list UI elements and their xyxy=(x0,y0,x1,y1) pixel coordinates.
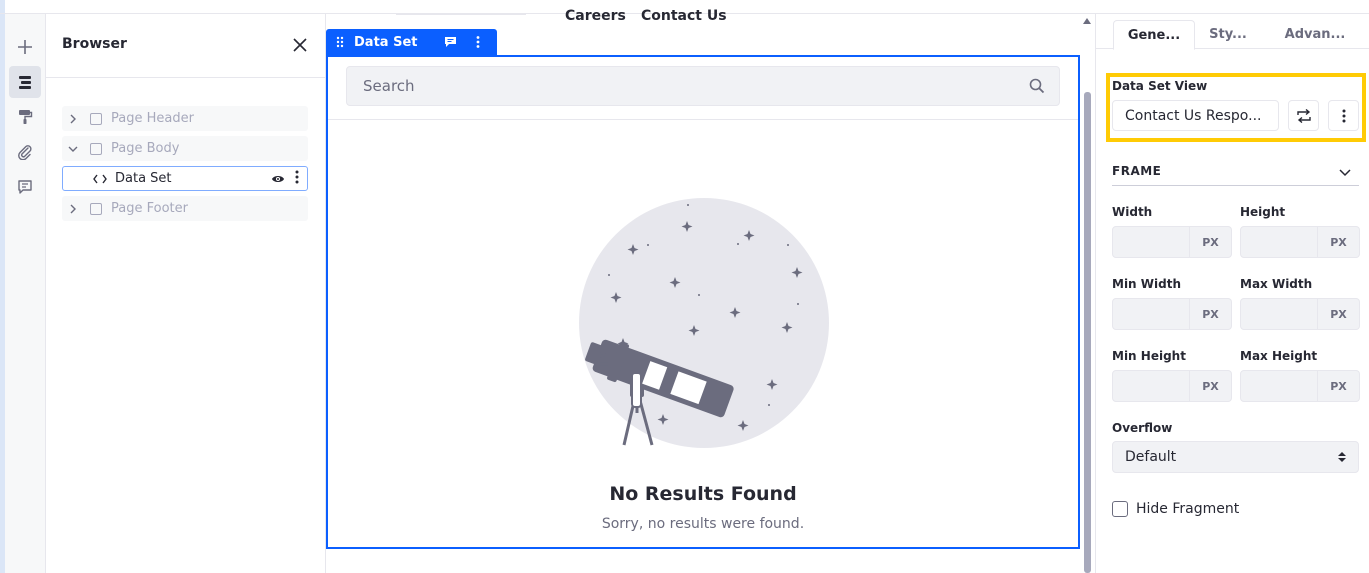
min-width-input[interactable] xyxy=(1112,298,1190,330)
browser-header: Browser xyxy=(46,14,325,78)
comments-button[interactable] xyxy=(9,171,41,203)
data-set-fragment[interactable]: No Results Found Sorry, no results were … xyxy=(326,55,1080,549)
divider xyxy=(328,119,1078,120)
page-design-button[interactable] xyxy=(9,101,41,133)
tree-item-data-set[interactable]: Data Set xyxy=(62,166,308,191)
scrollbar-thumb[interactable] xyxy=(1084,92,1091,573)
tree-item-page-header[interactable]: Page Header xyxy=(62,106,308,131)
sidebar-rail xyxy=(5,14,46,573)
config-tabs: Gene... Sty... Advan... xyxy=(1096,20,1369,50)
browser-title: Browser xyxy=(62,36,127,52)
drag-handle-icon[interactable] xyxy=(326,36,354,48)
scroll-up-arrow-icon[interactable] xyxy=(1083,18,1091,24)
tab-advanced[interactable]: Advan... xyxy=(1269,20,1361,49)
max-width-label: Max Width xyxy=(1240,277,1313,291)
height-input[interactable] xyxy=(1240,226,1318,258)
max-height-field[interactable]: PX xyxy=(1240,370,1360,402)
data-set-view-select[interactable]: Contact Us Respo... xyxy=(1112,100,1279,131)
browser-panel: Browser Page Header Page Body Data Set P… xyxy=(46,14,326,573)
frame-title: FRAME xyxy=(1112,164,1162,178)
comment-icon[interactable] xyxy=(436,36,464,48)
tree-item-label: Data Set xyxy=(115,171,172,186)
height-label: Height xyxy=(1240,205,1286,219)
width-field[interactable]: PX xyxy=(1112,226,1232,258)
height-field[interactable]: PX xyxy=(1240,226,1360,258)
eye-icon[interactable] xyxy=(271,169,285,188)
frame-section-header[interactable]: FRAME xyxy=(1112,160,1359,186)
search-input[interactable] xyxy=(347,67,1017,105)
min-height-field[interactable]: PX xyxy=(1112,370,1232,402)
paint-roller-icon xyxy=(19,110,33,124)
page-canvas: Careers Contact Us Data Set Search No Re… xyxy=(326,8,1095,573)
select-arrows-icon xyxy=(1338,451,1346,467)
close-icon xyxy=(293,38,307,52)
unit-label[interactable]: PX xyxy=(1318,226,1360,258)
kebab-menu-icon[interactable] xyxy=(295,169,299,188)
empty-state-subtitle: Sorry, no results were found. xyxy=(601,516,805,532)
chevron-down-icon[interactable] xyxy=(1339,162,1351,181)
overflow-value: Default xyxy=(1125,449,1177,465)
min-width-label: Min Width xyxy=(1112,277,1181,291)
browser-panel-button[interactable] xyxy=(9,66,41,98)
code-icon xyxy=(63,174,115,184)
chevron-right-icon[interactable] xyxy=(62,114,84,124)
close-browser-button[interactable] xyxy=(290,35,310,55)
unit-label[interactable]: PX xyxy=(1190,226,1232,258)
hide-fragment-checkbox[interactable] xyxy=(1112,501,1128,517)
unit-label[interactable]: PX xyxy=(1190,370,1232,402)
tree-item-label: Page Body xyxy=(111,141,180,156)
nav-underline xyxy=(396,14,526,15)
tree-item-page-footer[interactable]: Page Footer xyxy=(62,196,308,221)
chevron-right-icon[interactable] xyxy=(62,204,84,214)
search-bar xyxy=(346,66,1060,106)
kebab-menu-icon[interactable] xyxy=(464,36,492,48)
width-input[interactable] xyxy=(1112,226,1190,258)
checkbox-icon xyxy=(90,112,102,125)
unit-label[interactable]: PX xyxy=(1318,370,1360,402)
hide-fragment-row[interactable]: Hide Fragment xyxy=(1112,501,1239,517)
overflow-label: Overflow xyxy=(1112,421,1173,435)
unit-label[interactable]: PX xyxy=(1190,298,1232,330)
swap-arrows-icon xyxy=(1296,108,1311,123)
comment-icon xyxy=(18,180,32,194)
min-width-field[interactable]: PX xyxy=(1112,298,1232,330)
paperclip-icon xyxy=(18,145,32,160)
overflow-select[interactable]: Default xyxy=(1112,441,1359,473)
search-icon[interactable] xyxy=(1029,78,1045,98)
plus-icon xyxy=(18,40,32,54)
hide-fragment-label: Hide Fragment xyxy=(1136,501,1240,517)
max-width-field[interactable]: PX xyxy=(1240,298,1360,330)
tab-styles[interactable]: Sty... xyxy=(1195,20,1261,49)
min-height-input[interactable] xyxy=(1112,370,1190,402)
max-height-input[interactable] xyxy=(1240,370,1318,402)
fragment-topper: Data Set xyxy=(326,29,497,55)
tree-item-label: Page Footer xyxy=(111,201,188,216)
tree-item-page-body[interactable]: Page Body xyxy=(62,136,308,161)
checkbox-icon xyxy=(90,142,102,155)
tab-general[interactable]: Gene... xyxy=(1113,20,1195,50)
nav-link-careers[interactable]: Careers xyxy=(565,8,626,24)
data-set-view-label: Data Set View xyxy=(1112,79,1208,93)
empty-state-telescope-illustration xyxy=(579,198,829,448)
mappings-button[interactable] xyxy=(9,136,41,168)
width-label: Width xyxy=(1112,205,1153,219)
min-height-label: Min Height xyxy=(1112,349,1186,363)
nav-link-contact-us[interactable]: Contact Us xyxy=(641,8,727,24)
chevron-down-icon[interactable] xyxy=(62,144,84,154)
kebab-menu-icon xyxy=(1342,109,1345,122)
tree-item-label: Page Header xyxy=(111,111,194,126)
change-data-set-button[interactable] xyxy=(1288,100,1319,131)
unit-label[interactable]: PX xyxy=(1318,298,1360,330)
empty-state-title: No Results Found xyxy=(609,483,797,505)
browser-tree-icon xyxy=(19,76,31,89)
data-set-options-button[interactable] xyxy=(1328,100,1359,131)
max-height-label: Max Height xyxy=(1240,349,1318,363)
max-width-input[interactable] xyxy=(1240,298,1318,330)
fragment-name: Data Set xyxy=(354,34,418,50)
checkbox-icon xyxy=(90,202,102,215)
configuration-panel: Gene... Sty... Advan... Data Set View Co… xyxy=(1095,14,1369,573)
add-fragment-button[interactable] xyxy=(9,31,41,63)
